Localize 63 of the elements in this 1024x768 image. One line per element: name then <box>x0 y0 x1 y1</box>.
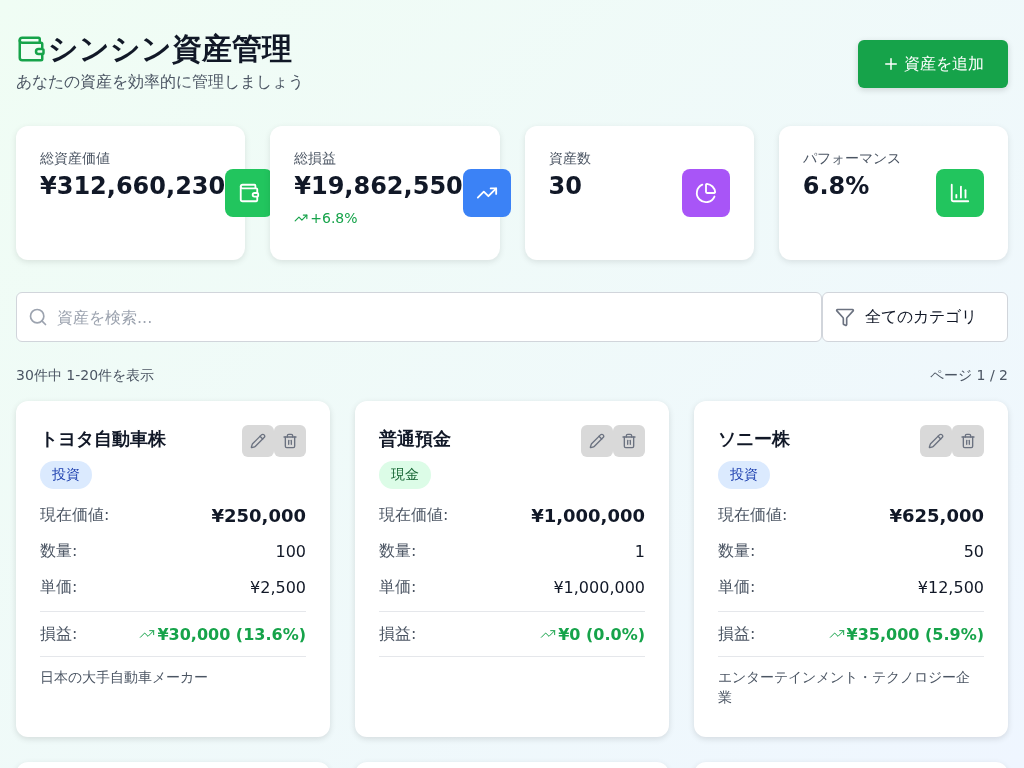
asset-name: ソニー株 <box>718 427 790 451</box>
subtitle: あなたの資産を効率的に管理しましょう <box>16 72 304 93</box>
field-label: 単価: <box>40 576 78 598</box>
field-label: 数量: <box>718 540 756 562</box>
quantity-value: 1 <box>634 541 645 561</box>
field-label: 現在価値: <box>718 504 788 526</box>
pencil-icon <box>589 433 605 449</box>
stat-label: 総損益 <box>294 150 338 168</box>
field-label: 損益: <box>379 623 417 645</box>
delete-button[interactable] <box>952 425 984 457</box>
stat-label: 資産数 <box>548 150 591 168</box>
pencil-icon <box>250 433 266 449</box>
search-field[interactable]: 資産を検索... <box>16 292 822 342</box>
stat-value: ¥312,660,230 <box>40 172 226 200</box>
trash-icon <box>621 433 637 449</box>
app-title: シンシン資産管理 <box>48 30 292 68</box>
category-filter[interactable]: 全てのカテゴリ <box>822 292 1008 342</box>
edit-button[interactable] <box>581 425 613 457</box>
unit-price-value: ¥2,500 <box>250 577 306 597</box>
delete-button[interactable] <box>613 425 645 457</box>
profit-loss-value: ¥35,000 (5.9%) <box>846 624 984 644</box>
field-label: 数量: <box>379 540 417 562</box>
trash-icon <box>960 433 976 449</box>
field-label: 現在価値: <box>40 504 110 526</box>
asset-name: トヨタ自動車株 <box>40 427 166 451</box>
field-label: 損益: <box>718 623 756 645</box>
edit-button[interactable] <box>920 425 952 457</box>
wallet-icon <box>16 34 46 64</box>
page-indicator: ページ 1 / 2 <box>930 367 1008 385</box>
plus-icon <box>882 55 900 73</box>
profit-loss-value: ¥30,000 (13.6%) <box>157 624 306 644</box>
current-value: ¥250,000 <box>211 504 306 526</box>
filter-icon <box>835 307 855 327</box>
profit-loss-value: ¥0 (0.0%) <box>558 624 645 644</box>
stat-value: 6.8% <box>802 172 871 200</box>
unit-price-value: ¥12,500 <box>917 577 984 597</box>
delete-button[interactable] <box>274 425 306 457</box>
asset-description: エンターテインメント・テクノロジー企業 <box>718 668 971 707</box>
stat-label: パフォーマンス <box>802 150 901 168</box>
field-label: 数量: <box>40 540 78 562</box>
category-tag: 投資 <box>718 461 770 489</box>
stat-value: 30 <box>548 172 583 200</box>
stat-value: ¥19,862,550 <box>294 172 463 200</box>
edit-button[interactable] <box>242 425 274 457</box>
search-icon <box>28 307 48 327</box>
pencil-icon <box>928 433 944 449</box>
quantity-value: 50 <box>963 541 984 561</box>
quantity-value: 100 <box>275 541 306 561</box>
field-label: 損益: <box>40 623 78 645</box>
asset-name: 普通預金 <box>379 427 451 451</box>
field-label: 単価: <box>379 576 417 598</box>
unit-price-value: ¥1,000,000 <box>553 577 645 597</box>
result-count: 30件中 1-20件を表示 <box>16 367 155 385</box>
current-value: ¥625,000 <box>889 504 984 526</box>
trash-icon <box>282 433 298 449</box>
stat-change: +6.8% <box>310 210 358 226</box>
category-tag: 現金 <box>379 461 431 489</box>
field-label: 単価: <box>718 576 756 598</box>
stat-label: 総資産価値 <box>40 150 111 168</box>
category-tag: 投資 <box>40 461 92 489</box>
field-label: 現在価値: <box>379 504 449 526</box>
current-value: ¥1,000,000 <box>531 504 645 526</box>
asset-description: 日本の大手自動車メーカー <box>40 668 209 687</box>
